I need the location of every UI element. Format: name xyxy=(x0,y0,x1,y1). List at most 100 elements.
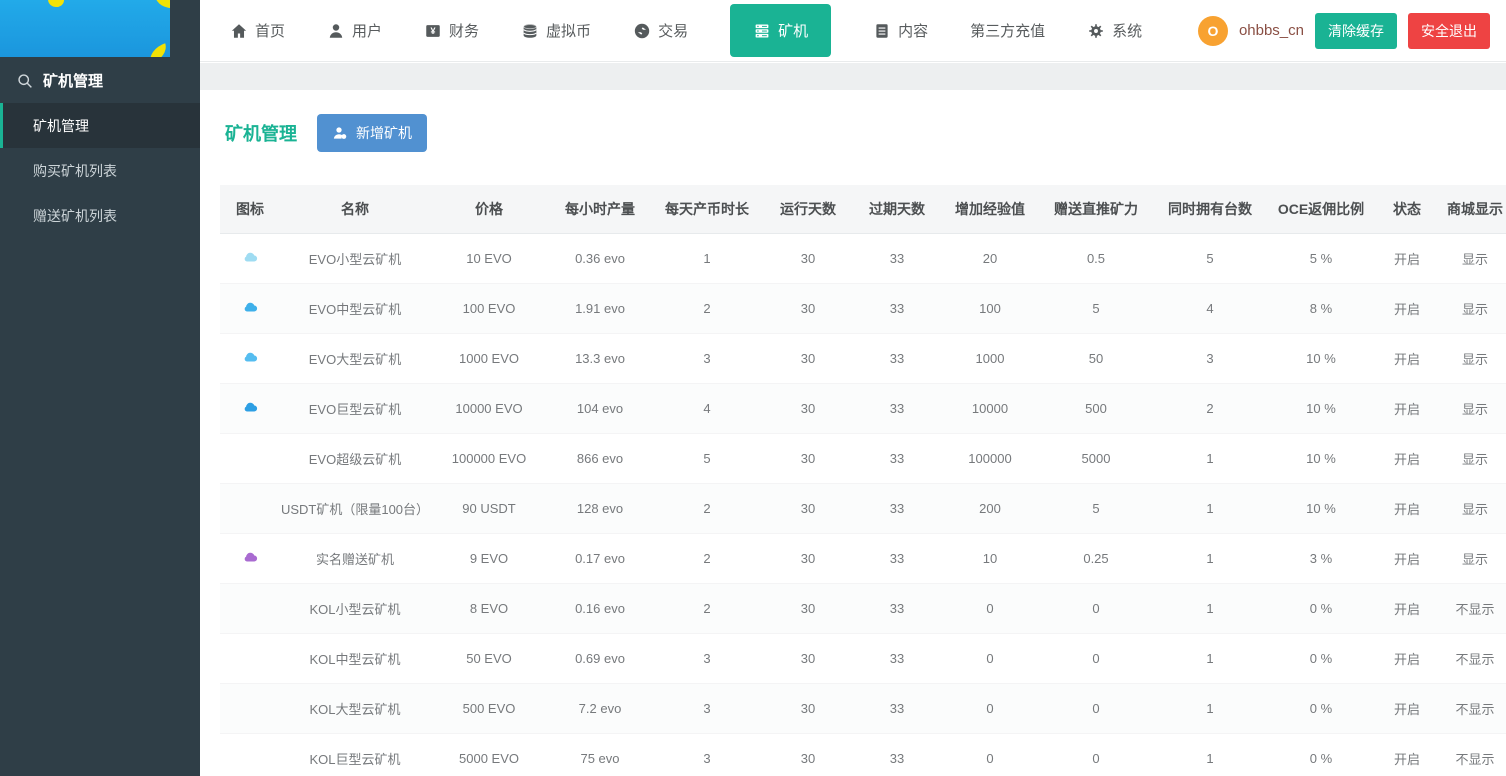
cell-shop-visibility: 显示 xyxy=(1440,483,1506,534)
cell-hourly-output: 13.3 evo xyxy=(548,333,652,384)
cell-price: 10 EVO xyxy=(430,233,548,284)
cell-max-owned: 4 xyxy=(1152,283,1268,334)
cell-status: 开启 xyxy=(1374,283,1440,334)
cell-status: 开启 xyxy=(1374,583,1440,634)
cell-daily-mint-hours: 2 xyxy=(652,483,762,534)
table-row[interactable]: EVO超级云矿机 100000 EVO 866 evo 5 30 33 1000… xyxy=(220,433,1506,484)
cell-oce-rebate: 0 % xyxy=(1268,583,1374,634)
cell-referral-hashpower: 0.25 xyxy=(1040,533,1152,584)
cell-price: 8 EVO xyxy=(430,583,548,634)
nav-item-third-party-recharge[interactable]: 第三方充值 xyxy=(970,0,1045,61)
cell-max-owned: 1 xyxy=(1152,533,1268,584)
cell-max-owned: 1 xyxy=(1152,733,1268,776)
cell-referral-hashpower: 5 xyxy=(1040,483,1152,534)
leaf-decoration xyxy=(146,43,170,57)
cell-referral-hashpower: 0 xyxy=(1040,683,1152,734)
table-row[interactable]: 实名赠送矿机 9 EVO 0.17 evo 2 30 33 10 0.25 1 … xyxy=(220,533,1506,584)
cell-name: EVO大型云矿机 xyxy=(280,333,430,384)
cell-run-days: 30 xyxy=(762,583,854,634)
cell-shop-visibility: 不显示 xyxy=(1440,733,1506,776)
cell-shop-visibility: 不显示 xyxy=(1440,633,1506,684)
cell-run-days: 30 xyxy=(762,433,854,484)
sidebar-item-bought-miner-list[interactable]: 购买矿机列表 xyxy=(0,148,200,193)
column-header: 状态 xyxy=(1374,185,1440,234)
cell-max-owned: 1 xyxy=(1152,583,1268,634)
table-row[interactable]: KOL中型云矿机 50 EVO 0.69 evo 3 30 33 0 0 1 0… xyxy=(220,633,1506,684)
cell-expire-days: 33 xyxy=(854,333,940,384)
cell-shop-visibility: 显示 xyxy=(1440,383,1506,434)
cell-exp-gain: 200 xyxy=(940,483,1040,534)
miner-type-icon xyxy=(242,400,259,413)
nav-item-trade[interactable]: 交易 xyxy=(633,0,688,61)
cell-run-days: 30 xyxy=(762,683,854,734)
cell-hourly-output: 0.36 evo xyxy=(548,233,652,284)
table-row[interactable]: KOL大型云矿机 500 EVO 7.2 evo 3 30 33 0 0 1 0… xyxy=(220,683,1506,734)
cell-referral-hashpower: 50 xyxy=(1040,333,1152,384)
table-row[interactable]: EVO小型云矿机 10 EVO 0.36 evo 1 30 33 20 0.5 … xyxy=(220,233,1506,284)
cell-price: 5000 EVO xyxy=(430,733,548,776)
sidebar-item-gifted-miner-list[interactable]: 赠送矿机列表 xyxy=(0,193,200,238)
miner-icon xyxy=(753,22,771,40)
cell-name: KOL小型云矿机 xyxy=(280,583,430,634)
home-icon xyxy=(230,22,248,40)
column-header: 每天产币时长 xyxy=(652,185,762,234)
cell-max-owned: 1 xyxy=(1152,433,1268,484)
table-row[interactable]: KOL小型云矿机 8 EVO 0.16 evo 2 30 33 0 0 1 0 … xyxy=(220,583,1506,634)
nav-item-content[interactable]: 内容 xyxy=(873,0,928,61)
cell-status: 开启 xyxy=(1374,233,1440,284)
nav-item-finance[interactable]: 财务 xyxy=(424,0,479,61)
cell-hourly-output: 104 evo xyxy=(548,383,652,434)
nav-item-system[interactable]: 系统 xyxy=(1087,0,1142,61)
cell-daily-mint-hours: 2 xyxy=(652,533,762,584)
cell-status: 开启 xyxy=(1374,383,1440,434)
top-navbar: 首页 用户 财务 虚拟币 交易 矿机 内容 第三方充值 系统 O ohbbs_c… xyxy=(200,0,1506,62)
cell-oce-rebate: 10 % xyxy=(1268,383,1374,434)
cell-hourly-output: 0.16 evo xyxy=(548,583,652,634)
table-row[interactable]: EVO巨型云矿机 10000 EVO 104 evo 4 30 33 10000… xyxy=(220,383,1506,434)
table-row[interactable]: EVO大型云矿机 1000 EVO 13.3 evo 3 30 33 1000 … xyxy=(220,333,1506,384)
sidebar-item-miner-manage[interactable]: 矿机管理 xyxy=(0,103,200,148)
gear-icon xyxy=(1087,22,1105,40)
miner-type-icon xyxy=(242,350,259,363)
column-header: 增加经验值 xyxy=(940,185,1040,234)
cell-name: EVO中型云矿机 xyxy=(280,283,430,334)
cell-price: 9 EVO xyxy=(430,533,548,584)
cell-max-owned: 3 xyxy=(1152,333,1268,384)
cell-expire-days: 33 xyxy=(854,733,940,776)
cell-referral-hashpower: 500 xyxy=(1040,383,1152,434)
nav-item-virtual-coin[interactable]: 虚拟币 xyxy=(521,0,591,61)
cell-run-days: 30 xyxy=(762,233,854,284)
cell-max-owned: 1 xyxy=(1152,683,1268,734)
cell-oce-rebate: 10 % xyxy=(1268,483,1374,534)
cell-oce-rebate: 0 % xyxy=(1268,733,1374,776)
user-area: O ohbbs_cn 清除缓存 安全退出 xyxy=(1197,12,1506,49)
table-row[interactable]: USDT矿机（限量100台） 90 USDT 128 evo 2 30 33 2… xyxy=(220,483,1506,534)
cell-status: 开启 xyxy=(1374,533,1440,584)
avatar[interactable]: O xyxy=(1197,15,1228,46)
content-icon xyxy=(873,22,891,40)
cell-hourly-output: 75 evo xyxy=(548,733,652,776)
clear-cache-button[interactable]: 清除缓存 xyxy=(1315,12,1397,49)
cell-status: 开启 xyxy=(1374,633,1440,684)
table-row[interactable]: KOL巨型云矿机 5000 EVO 75 evo 3 30 33 0 0 1 0… xyxy=(220,733,1506,776)
table-row[interactable]: EVO中型云矿机 100 EVO 1.91 evo 2 30 33 100 5 … xyxy=(220,283,1506,334)
nav-item-home[interactable]: 首页 xyxy=(230,0,285,61)
cell-expire-days: 33 xyxy=(854,633,940,684)
nav-item-users[interactable]: 用户 xyxy=(327,0,382,61)
cell-oce-rebate: 5 % xyxy=(1268,233,1374,284)
cell-hourly-output: 866 evo xyxy=(548,433,652,484)
column-header: 每小时产量 xyxy=(548,185,652,234)
add-miner-button[interactable]: 新增矿机 xyxy=(317,114,427,152)
user-icon xyxy=(327,22,345,40)
column-header: 名称 xyxy=(280,185,430,234)
cell-exp-gain: 100000 xyxy=(940,433,1040,484)
logout-button[interactable]: 安全退出 xyxy=(1408,12,1490,49)
cell-daily-mint-hours: 3 xyxy=(652,683,762,734)
cell-exp-gain: 0 xyxy=(940,733,1040,776)
leaf-decoration xyxy=(47,0,65,9)
page-title: 矿机管理 xyxy=(225,124,297,144)
nav-item-miner[interactable]: 矿机 xyxy=(730,4,832,57)
cell-oce-rebate: 8 % xyxy=(1268,283,1374,334)
cell-max-owned: 1 xyxy=(1152,633,1268,684)
column-header: 图标 xyxy=(220,185,280,234)
